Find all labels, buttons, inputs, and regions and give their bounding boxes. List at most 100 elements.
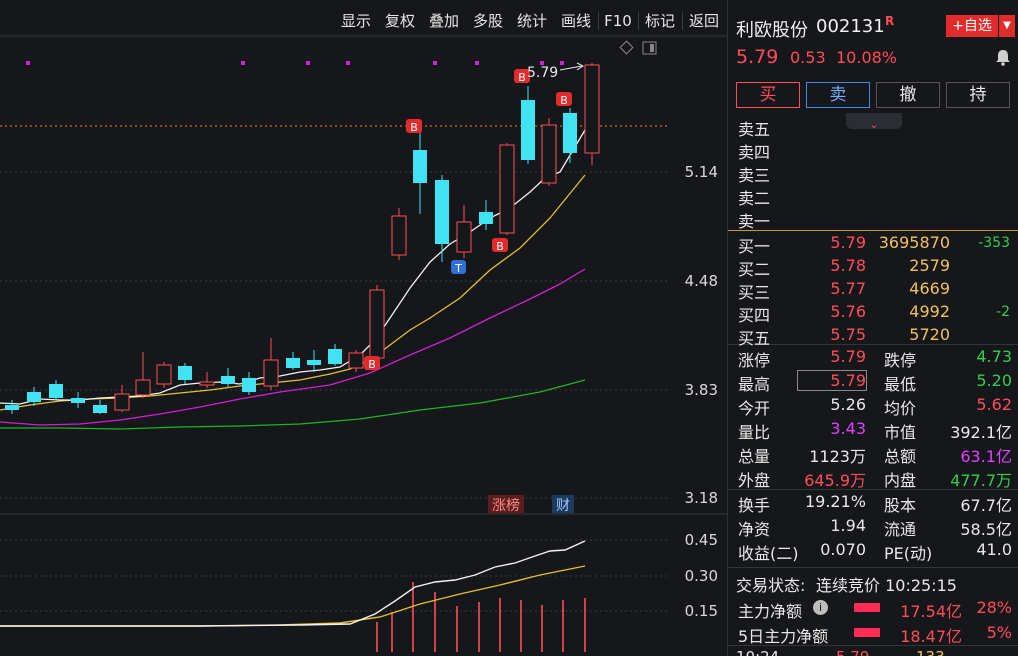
stock-name: 利欧股份 <box>736 20 808 41</box>
indicator-white-line <box>0 540 586 627</box>
stat-value: 477.7万 <box>950 471 1012 490</box>
flow-pct: 5% <box>986 623 1012 642</box>
watchlist-dropdown-button[interactable]: ▼ <box>999 15 1015 37</box>
up-candle <box>391 215 407 256</box>
b-marker[interactable]: B <box>556 92 572 107</box>
diamond-icon[interactable] <box>619 40 634 55</box>
buy-level-volume: 4992 <box>909 302 950 321</box>
svg-text:T: T <box>454 262 462 275</box>
panel-toggle-icon[interactable] <box>642 41 657 55</box>
zhangbang-tag[interactable]: 涨榜 <box>488 495 524 514</box>
stat-value: 1123万 <box>809 447 866 466</box>
down-candle <box>71 398 85 403</box>
buy-level-price: 5.75 <box>830 325 866 344</box>
fund-label: 流通 <box>884 520 917 539</box>
stat-label: 涨停 <box>738 351 771 370</box>
svg-text:B: B <box>410 121 418 134</box>
stat-label: 外盘 <box>738 471 771 490</box>
t-marker[interactable]: T <box>451 260 466 275</box>
stat-label: 总量 <box>738 447 771 466</box>
down-candle <box>307 360 321 365</box>
collapse-toggle[interactable]: ⌄ <box>846 113 902 131</box>
stat-label: 最低 <box>884 375 917 394</box>
stat-value: 392.1亿 <box>950 423 1012 442</box>
sell-level-label: 卖一 <box>738 212 771 231</box>
info-icon[interactable]: i <box>813 600 828 615</box>
buy-level-volume: 2579 <box>909 256 950 275</box>
up-candle <box>114 393 130 411</box>
tick-price: 5.79 <box>836 648 869 656</box>
flow-pct: 28% <box>976 598 1012 617</box>
fund-label: 换手 <box>738 496 771 515</box>
down-candle <box>242 378 256 392</box>
kline-svg[interactable]: 5.14 4.48 3.83 3.18 0.45 0.30 0.15 B B B… <box>0 0 727 656</box>
stat-value: 4.73 <box>976 347 1012 366</box>
svg-text:B: B <box>368 358 376 371</box>
sell-level-label: 卖二 <box>738 189 771 208</box>
divider <box>728 344 1018 345</box>
up-candle <box>541 124 557 184</box>
current-price: 5.79 <box>736 46 779 68</box>
indicator-axis-label: 0.30 <box>685 567 718 585</box>
buy-level-delta: -2 <box>996 304 1010 320</box>
buy-level-volume: 4669 <box>909 279 950 298</box>
up-candle <box>199 381 215 386</box>
b-marker[interactable]: B <box>406 119 422 134</box>
stat-value: 5.26 <box>830 395 866 414</box>
up-candle <box>263 359 279 387</box>
down-candle <box>27 392 41 402</box>
fund-value: 67.7亿 <box>960 496 1012 515</box>
indicator-axis-label: 0.15 <box>685 602 718 620</box>
down-candle <box>5 405 19 410</box>
price-axis-label: 3.18 <box>685 489 718 507</box>
buy-level-label: 买三 <box>738 283 771 302</box>
tick-volume: 133 <box>916 648 945 656</box>
flow-bar <box>854 628 880 637</box>
b-marker[interactable]: B <box>492 238 508 253</box>
svg-text:B: B <box>518 71 526 84</box>
sell-level-label: 卖三 <box>738 166 771 185</box>
sell-button[interactable]: 卖 <box>806 82 870 108</box>
up-candle <box>369 289 385 359</box>
stat-value: 5.20 <box>976 371 1012 390</box>
buy-level-volume: 3695870 <box>878 233 950 252</box>
price-change: 0.53 <box>790 48 826 67</box>
position-button[interactable]: 持 <box>946 82 1010 108</box>
buy-level-delta: -353 <box>978 235 1010 251</box>
orderbook-divider <box>728 230 1018 231</box>
up-candle <box>348 352 364 369</box>
flow-amount: 18.47亿 <box>900 627 962 646</box>
margin-badge: R <box>885 14 895 28</box>
down-candle <box>328 349 342 364</box>
down-candle <box>435 180 449 244</box>
buy-level-price: 5.79 <box>830 233 866 252</box>
fund-value: 0.070 <box>820 540 866 559</box>
stat-label: 内盘 <box>884 471 917 490</box>
stat-value: 5.62 <box>976 395 1012 414</box>
down-candle <box>49 384 63 398</box>
flow-label: 主力净额 <box>738 602 803 621</box>
b-marker[interactable]: B <box>364 356 380 371</box>
add-watchlist-button[interactable]: +自选 <box>946 15 998 37</box>
stat-label: 市值 <box>884 423 917 442</box>
indicator-yellow-line <box>0 565 586 627</box>
down-candle <box>479 212 493 224</box>
buy-level-price: 5.78 <box>830 256 866 275</box>
divider <box>728 567 1018 568</box>
buy-level-price: 5.76 <box>830 302 866 321</box>
event-markers <box>26 61 564 65</box>
buy-level-label: 买五 <box>738 329 771 348</box>
svg-text:B: B <box>496 240 504 253</box>
buy-button[interactable]: 买 <box>736 82 800 108</box>
svg-text:B: B <box>560 94 568 107</box>
bell-icon[interactable] <box>994 48 1012 66</box>
down-candle <box>286 358 300 368</box>
cai-tag[interactable]: 财 <box>552 495 574 514</box>
down-candle <box>178 366 192 380</box>
flow-bar <box>854 603 880 612</box>
stat-value: 5.79 <box>830 347 866 366</box>
cancel-order-button[interactable]: 撤 <box>876 82 940 108</box>
stat-label: 总额 <box>884 447 917 466</box>
fund-label: 净资 <box>738 520 771 539</box>
kline-chart-area[interactable]: 显示 复权 叠加 多股 统计 画线 F10 标记 返回 5.14 4.48 3.… <box>0 0 727 656</box>
